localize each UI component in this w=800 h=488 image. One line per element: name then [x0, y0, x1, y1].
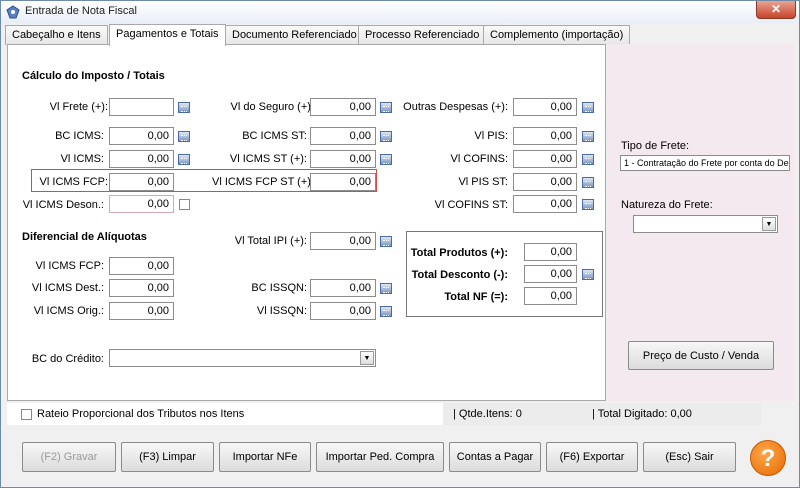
- vl-icms-st-label: Vl ICMS ST (+):: [229, 153, 307, 165]
- tipo-frete-select[interactable]: 1 - Contratação do Frete por conta do De…: [620, 155, 790, 171]
- vl-cofins-st-label: Vl COFINS ST:: [434, 199, 508, 211]
- nota-fiscal-window: Entrada de Nota Fiscal ✕ Cabeçalho e Ite…: [0, 0, 800, 488]
- rateio-checkbox[interactable]: [21, 409, 32, 420]
- calculator-icon[interactable]: [178, 154, 190, 165]
- icms-deson-checkbox[interactable]: [179, 199, 190, 210]
- vl-pis-st-label: Vl PIS ST:: [458, 176, 508, 188]
- vl-cofins-st-input[interactable]: 0,00: [513, 195, 577, 213]
- vl-icms-orig-label: Vl ICMS Orig.:: [33, 305, 104, 317]
- vl-cofins-label: Vl COFINS:: [450, 153, 508, 165]
- vl-cofins-input[interactable]: 0,00: [513, 150, 577, 168]
- bc-icms-input[interactable]: 0,00: [109, 127, 174, 145]
- calculator-icon[interactable]: [582, 199, 594, 210]
- pagamentos-totais-panel: Cálculo do Imposto / Totais Vl Frete (+)…: [7, 44, 606, 401]
- calculator-icon[interactable]: [582, 154, 594, 165]
- vl-icms-label: Vl ICMS:: [60, 153, 104, 165]
- tab-pagamentos-totais[interactable]: Pagamentos e Totais: [109, 24, 226, 46]
- bc-icms-st-label: BC ICMS ST:: [242, 130, 307, 142]
- tab-complemento-importacao[interactable]: Complemento (importação): [483, 25, 631, 45]
- total-desconto-label: Total Desconto (-):: [411, 269, 508, 281]
- vl-frete-label: Vl Frete (+):: [49, 101, 108, 113]
- vl-total-ipi-label: Vl Total IPI (+):: [234, 235, 307, 247]
- vl-icms-fcp-input[interactable]: 0,00: [109, 173, 174, 191]
- total-digitado: | Total Digitado: 0,00: [592, 408, 692, 420]
- total-nf-label: Total NF (=):: [444, 291, 508, 303]
- calculator-icon[interactable]: [582, 102, 594, 113]
- tab-processo-referenciado[interactable]: Processo Referenciado: [358, 25, 487, 45]
- vl-total-ipi-input[interactable]: 0,00: [310, 232, 376, 250]
- vl-icms-fcp-st-input[interactable]: 0,00: [310, 173, 376, 191]
- calculator-icon[interactable]: [178, 102, 190, 113]
- bc-issqn-input[interactable]: 0,00: [310, 279, 376, 297]
- tipo-frete-label: Tipo de Frete:: [621, 140, 690, 152]
- dif-vl-icms-fcp-input[interactable]: 0,00: [109, 257, 174, 275]
- vl-issqn-label: Vl ISSQN:: [256, 305, 307, 317]
- gravar-button[interactable]: (F2) Gravar: [22, 442, 116, 472]
- importar-nfe-button[interactable]: Importar NFe: [219, 442, 311, 472]
- calculator-icon[interactable]: [380, 102, 392, 113]
- total-produtos-label: Total Produtos (+):: [410, 247, 508, 259]
- natureza-frete-label: Natureza do Frete:: [621, 199, 713, 211]
- status-bar: Rateio Proporcional dos Tributos nos Ite…: [7, 403, 761, 425]
- chevron-down-icon[interactable]: ▼: [360, 351, 374, 365]
- calculator-icon[interactable]: [380, 283, 392, 294]
- limpar-button[interactable]: (F3) Limpar: [121, 442, 214, 472]
- chevron-down-icon[interactable]: ▼: [762, 217, 776, 231]
- diferencial-section-title: Diferencial de Alíquotas: [22, 231, 147, 243]
- vl-icms-st-input[interactable]: 0,00: [310, 150, 376, 168]
- vl-icms-fcp-st-label: Vl ICMS FCP ST (+):: [212, 176, 314, 188]
- vl-icms-deson-label: Vl ICMS Deson.:: [22, 199, 104, 211]
- preco-custo-venda-button[interactable]: Preço de Custo / Venda: [628, 341, 774, 370]
- close-icon: ✕: [770, 2, 782, 16]
- bc-icms-st-input[interactable]: 0,00: [310, 127, 376, 145]
- exportar-button[interactable]: (F6) Exportar: [546, 442, 638, 472]
- dif-vl-icms-fcp-label: Vl ICMS FCP:: [35, 260, 104, 272]
- vl-seguro-label: Vl do Seguro (+):: [230, 101, 314, 113]
- calculator-icon[interactable]: [582, 131, 594, 142]
- title-bar: Entrada de Nota Fiscal ✕: [1, 1, 799, 23]
- calculo-section-title: Cálculo do Imposto / Totais: [22, 70, 165, 82]
- total-produtos-input: 0,00: [524, 243, 577, 261]
- vl-pis-st-input[interactable]: 0,00: [513, 173, 577, 191]
- sair-button[interactable]: (Esc) Sair: [643, 442, 736, 472]
- bc-credito-label: BC do Crédito:: [31, 353, 104, 365]
- vl-icms-dest-label: Vl ICMS Dest.:: [31, 282, 104, 294]
- vl-icms-deson-input[interactable]: 0,00: [109, 195, 174, 213]
- calculator-icon[interactable]: [380, 154, 392, 165]
- tab-documento-referenciado[interactable]: Documento Referenciado: [225, 25, 364, 45]
- rateio-label: Rateio Proporcional dos Tributos nos Ite…: [37, 408, 245, 420]
- app-icon: [6, 5, 20, 19]
- frete-panel: Tipo de Frete: 1 - Contratação do Frete …: [607, 44, 795, 401]
- vl-pis-input[interactable]: 0,00: [513, 127, 577, 145]
- vl-frete-input[interactable]: [109, 98, 174, 116]
- vl-seguro-input[interactable]: 0,00: [310, 98, 376, 116]
- vl-icms-input[interactable]: 0,00: [109, 150, 174, 168]
- bc-issqn-label: BC ISSQN:: [251, 282, 307, 294]
- vl-issqn-input[interactable]: 0,00: [310, 302, 376, 320]
- calculator-icon[interactable]: [582, 269, 594, 280]
- outras-despesas-label: Outras Despesas (+):: [403, 101, 508, 113]
- total-nf-input: 0,00: [524, 287, 577, 305]
- vl-icms-dest-input[interactable]: 0,00: [109, 279, 174, 297]
- calculator-icon[interactable]: [380, 131, 392, 142]
- vl-icms-orig-input[interactable]: 0,00: [109, 302, 174, 320]
- qtde-itens: | Qtde.Itens: 0: [453, 408, 522, 420]
- vl-icms-fcp-label: Vl ICMS FCP:: [39, 176, 108, 188]
- bc-credito-select[interactable]: ▼: [109, 349, 376, 367]
- natureza-frete-select[interactable]: ▼: [633, 215, 778, 233]
- bc-icms-label: BC ICMS:: [55, 130, 104, 142]
- importar-ped-compra-button[interactable]: Importar Ped. Compra: [316, 442, 444, 472]
- tab-cabecalho-itens[interactable]: Cabeçalho e Itens: [5, 25, 108, 45]
- help-icon[interactable]: ?: [750, 440, 786, 476]
- vl-pis-label: Vl PIS:: [474, 130, 508, 142]
- calculator-icon[interactable]: [178, 131, 190, 142]
- window-title: Entrada de Nota Fiscal: [25, 5, 137, 17]
- contas-pagar-button[interactable]: Contas a Pagar: [449, 442, 541, 472]
- calculator-icon[interactable]: [582, 177, 594, 188]
- close-button[interactable]: ✕: [756, 1, 796, 19]
- calculator-icon[interactable]: [380, 306, 392, 317]
- total-desconto-input[interactable]: 0,00: [524, 265, 577, 283]
- outras-despesas-input[interactable]: 0,00: [513, 98, 577, 116]
- calculator-icon[interactable]: [380, 236, 392, 247]
